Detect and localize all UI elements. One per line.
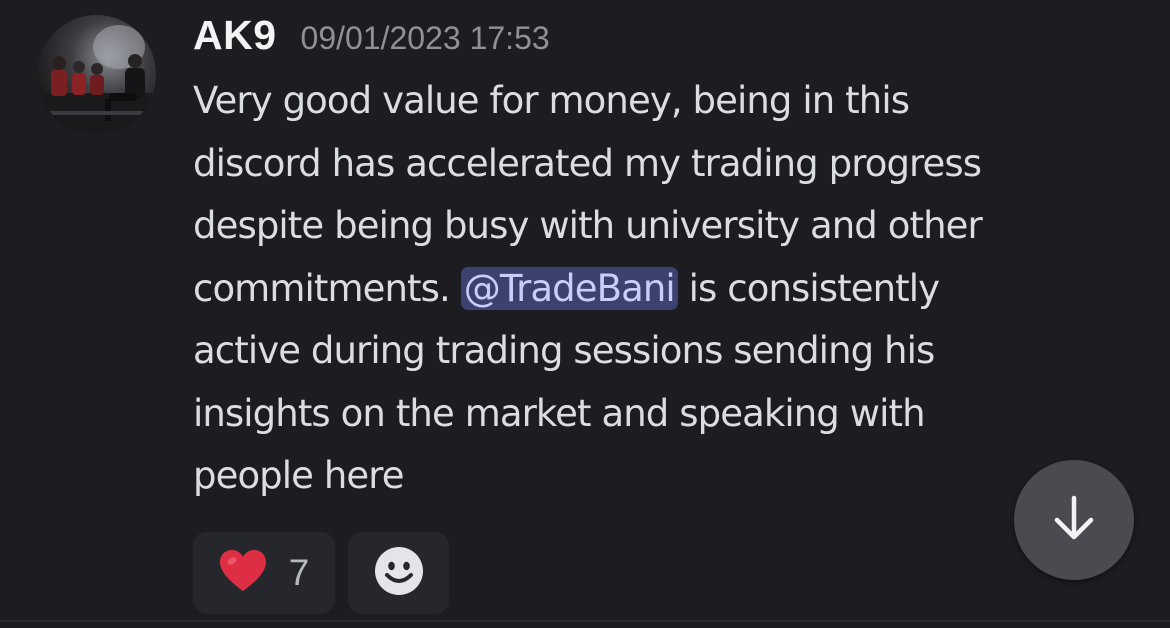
reaction-heart[interactable]: 7	[193, 532, 335, 614]
chat-message: AK9 09/01/2023 17:53 Very good value for…	[0, 0, 1170, 628]
message-line: people here	[193, 454, 405, 497]
message-line: Very good value for money, being in this	[193, 79, 910, 122]
message-line: active during trading sessions sending h…	[193, 329, 935, 372]
arrow-down-icon	[1048, 492, 1100, 548]
red-heart-emoji-icon	[219, 549, 267, 597]
message-line: insights on the market and speaking with	[193, 391, 926, 435]
username[interactable]: AK9	[193, 12, 277, 59]
reaction-count: 7	[288, 552, 310, 593]
message-line: despite being busy with university and o…	[193, 204, 983, 247]
user-mention[interactable]: @TradeBani	[460, 266, 678, 310]
message-text: is consistently	[677, 266, 940, 310]
add-reaction-button[interactable]	[348, 532, 449, 614]
smiley-face-icon	[374, 546, 424, 600]
jump-to-bottom-button[interactable]	[1014, 460, 1134, 580]
message-content: Very good value for money, being in this…	[193, 70, 1123, 508]
message-header: AK9 09/01/2023 17:53	[193, 12, 550, 64]
message-line: discord has accelerated my trading progr…	[193, 141, 982, 185]
divider	[0, 620, 1170, 622]
timestamp: 09/01/2023 17:53	[300, 20, 550, 56]
message-text: commitments.	[193, 266, 461, 310]
reactions-bar: 7	[193, 532, 449, 614]
message-line: commitments. @TradeBani is consistently	[193, 258, 1123, 321]
avatar[interactable]	[37, 15, 156, 134]
